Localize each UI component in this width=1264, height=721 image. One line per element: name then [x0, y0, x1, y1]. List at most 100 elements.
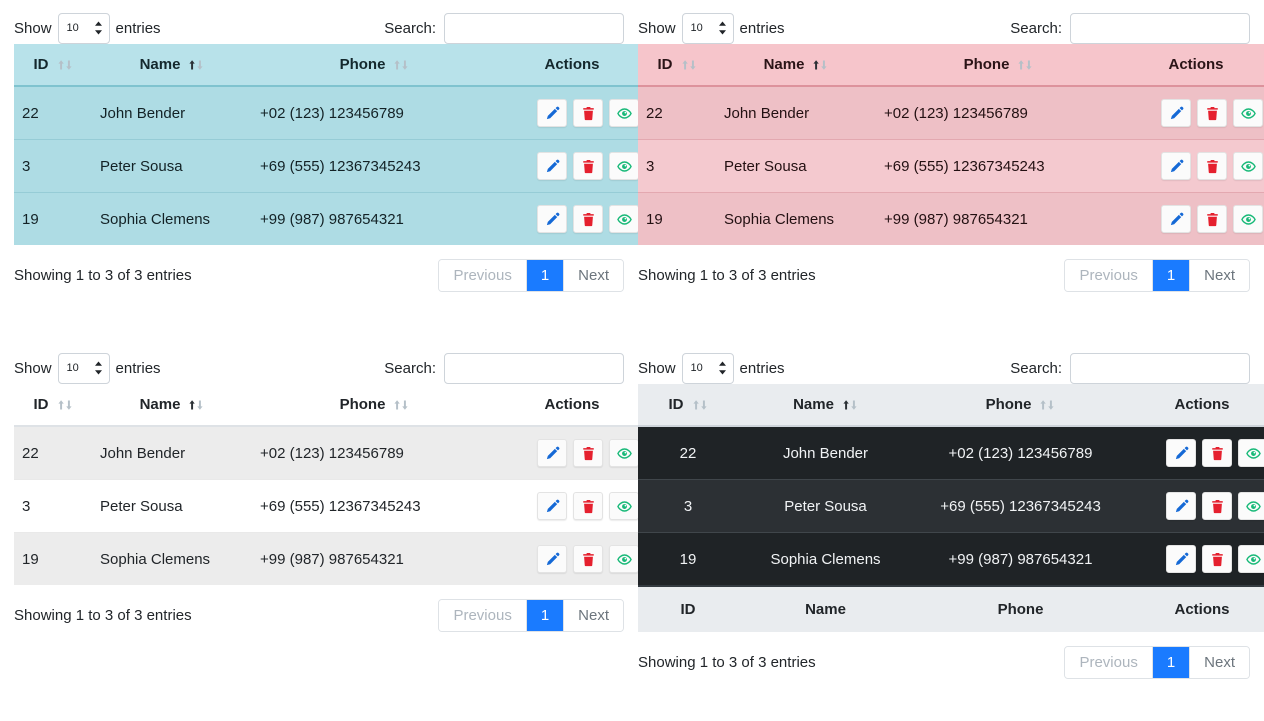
view-button[interactable]: [609, 545, 639, 573]
edit-button[interactable]: [537, 99, 567, 127]
column-header-name[interactable]: Name: [716, 44, 876, 86]
table-info: Showing 1 to 3 of 3 entries: [14, 267, 192, 284]
entries-per-page-select[interactable]: 102550100: [57, 12, 110, 44]
sort-icon[interactable]: [692, 399, 708, 411]
delete-icon-glyph: [1211, 446, 1223, 460]
view-button[interactable]: [609, 492, 639, 520]
table-row[interactable]: 3 Peter Sousa +69 (555) 12367345243: [14, 479, 647, 533]
delete-button[interactable]: [1197, 152, 1227, 180]
view-button[interactable]: [1233, 205, 1263, 233]
cell-actions: [1121, 192, 1264, 245]
edit-button[interactable]: [1161, 205, 1191, 233]
column-header-id[interactable]: ID: [638, 384, 738, 427]
edit-button[interactable]: [1161, 99, 1191, 127]
view-button[interactable]: [609, 205, 639, 233]
view-button[interactable]: [609, 99, 639, 127]
table-row[interactable]: 22 John Bender +02 (123) 123456789: [638, 425, 1264, 480]
table-row[interactable]: 19 Sophia Clemens +99 (987) 987654321: [14, 192, 647, 245]
column-header-id[interactable]: ID: [14, 384, 92, 427]
delete-button[interactable]: [573, 152, 603, 180]
table-row[interactable]: 19 Sophia Clemens +99 (987) 987654321: [638, 532, 1264, 586]
table-row[interactable]: 3 Peter Sousa +69 (555) 12367345243: [14, 139, 647, 193]
pagination-previous[interactable]: Previous: [439, 260, 527, 291]
search-input[interactable]: [444, 352, 624, 384]
table-row[interactable]: 3 Peter Sousa +69 (555) 12367345243: [638, 139, 1264, 193]
pagination-page-1[interactable]: 1: [1152, 647, 1191, 678]
pagination-previous[interactable]: Previous: [439, 600, 527, 631]
delete-button[interactable]: [1202, 492, 1232, 520]
pagination-next[interactable]: Next: [1190, 260, 1249, 291]
pagination-page-1[interactable]: 1: [1152, 260, 1191, 291]
sort-icon[interactable]: [1039, 399, 1055, 411]
table-row[interactable]: 19 Sophia Clemens +99 (987) 987654321: [638, 192, 1264, 245]
delete-button[interactable]: [1197, 99, 1227, 127]
column-header-name[interactable]: Name: [738, 384, 913, 427]
pagination-next[interactable]: Next: [1190, 647, 1249, 678]
header-row: ID Name Phone Actions: [638, 44, 1264, 86]
table-row[interactable]: 19 Sophia Clemens +99 (987) 987654321: [14, 532, 647, 585]
search-input[interactable]: [1070, 352, 1250, 384]
edit-icon-glyph: [546, 552, 559, 565]
column-header-phone[interactable]: Phone: [252, 384, 497, 427]
delete-button[interactable]: [1202, 545, 1232, 573]
entries-per-page-select[interactable]: 102550100: [57, 352, 110, 384]
table-controls-top: Show 102550100 entries Search:: [638, 0, 1250, 44]
view-button[interactable]: [1238, 439, 1264, 467]
pagination-previous[interactable]: Previous: [1065, 260, 1153, 291]
edit-button[interactable]: [537, 152, 567, 180]
edit-button[interactable]: [537, 439, 567, 467]
sort-icon[interactable]: [393, 59, 409, 71]
sort-icon[interactable]: [681, 59, 697, 71]
delete-button[interactable]: [573, 545, 603, 573]
view-button[interactable]: [609, 152, 639, 180]
edit-button[interactable]: [537, 492, 567, 520]
edit-button[interactable]: [537, 545, 567, 573]
sort-icon[interactable]: [812, 59, 828, 71]
table-row[interactable]: 3 Peter Sousa +69 (555) 12367345243: [638, 479, 1264, 533]
view-button[interactable]: [1238, 492, 1264, 520]
delete-button[interactable]: [573, 205, 603, 233]
table-row[interactable]: 22 John Bender +02 (123) 123456789: [14, 85, 647, 140]
entries-per-page-select[interactable]: 102550100: [681, 12, 734, 44]
pagination-next[interactable]: Next: [564, 260, 623, 291]
delete-button[interactable]: [573, 492, 603, 520]
edit-button[interactable]: [1166, 439, 1196, 467]
sort-icon[interactable]: [188, 59, 204, 71]
pagination-page-1[interactable]: 1: [526, 600, 565, 631]
sort-icon[interactable]: [188, 399, 204, 411]
edit-button[interactable]: [537, 205, 567, 233]
search-input[interactable]: [444, 12, 624, 44]
pagination-page-1[interactable]: 1: [526, 260, 565, 291]
entries-per-page-select[interactable]: 102550100: [681, 352, 734, 384]
delete-button[interactable]: [573, 439, 603, 467]
delete-button[interactable]: [573, 99, 603, 127]
view-button[interactable]: [1233, 99, 1263, 127]
pagination-previous[interactable]: Previous: [1065, 647, 1153, 678]
column-header-phone[interactable]: Phone: [252, 44, 497, 86]
view-button[interactable]: [609, 439, 639, 467]
column-header-phone[interactable]: Phone: [876, 44, 1121, 86]
sort-icon[interactable]: [57, 399, 73, 411]
sort-icon[interactable]: [393, 399, 409, 411]
view-button[interactable]: [1233, 152, 1263, 180]
edit-button[interactable]: [1166, 545, 1196, 573]
column-header-id[interactable]: ID: [14, 44, 92, 86]
column-header-name[interactable]: Name: [92, 44, 252, 86]
column-header-id[interactable]: ID: [638, 44, 716, 86]
search-input[interactable]: [1070, 12, 1250, 44]
sort-icon[interactable]: [842, 399, 858, 411]
sort-icon[interactable]: [57, 59, 73, 71]
edit-button[interactable]: [1161, 152, 1191, 180]
footer-row: ID Name Phone Actions: [638, 585, 1264, 632]
view-button[interactable]: [1238, 545, 1264, 573]
delete-icon-glyph: [1211, 552, 1223, 566]
delete-button[interactable]: [1202, 439, 1232, 467]
delete-button[interactable]: [1197, 205, 1227, 233]
edit-button[interactable]: [1166, 492, 1196, 520]
table-row[interactable]: 22 John Bender +02 (123) 123456789: [638, 85, 1264, 140]
column-header-name[interactable]: Name: [92, 384, 252, 427]
sort-icon[interactable]: [1017, 59, 1033, 71]
column-header-phone[interactable]: Phone: [913, 384, 1128, 427]
table-row[interactable]: 22 John Bender +02 (123) 123456789: [14, 425, 647, 480]
pagination-next[interactable]: Next: [564, 600, 623, 631]
